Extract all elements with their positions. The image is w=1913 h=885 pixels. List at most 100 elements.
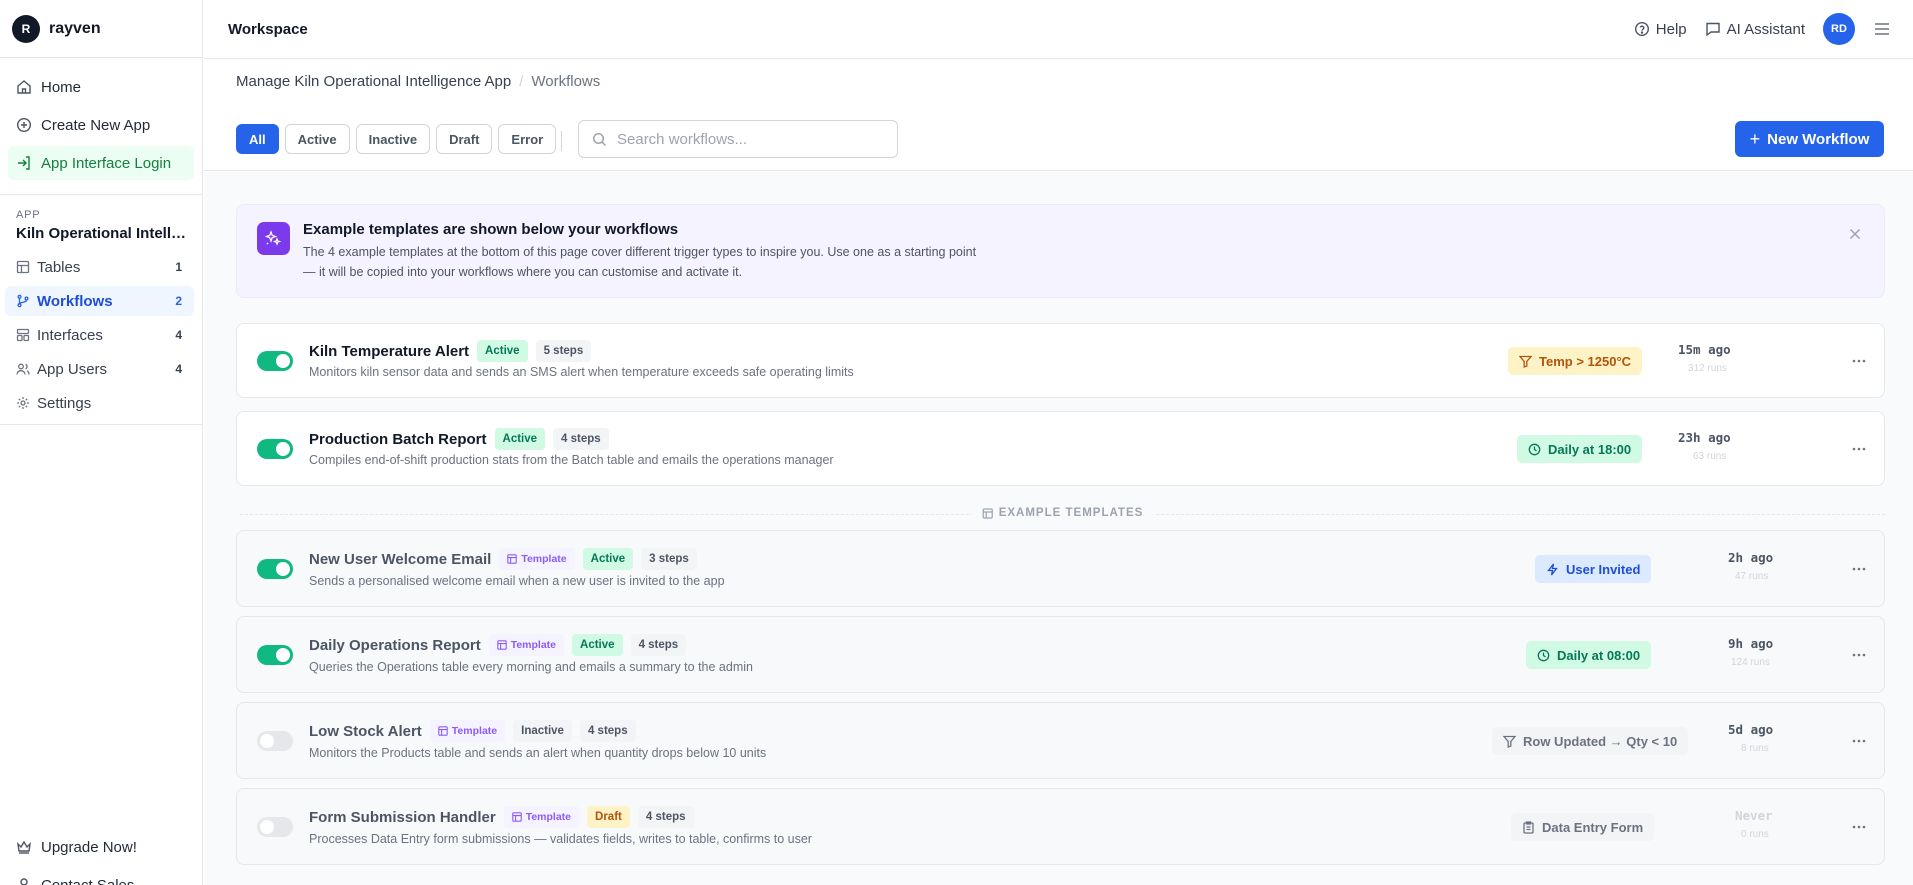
- trigger-label: Temp > 1250°C: [1539, 353, 1632, 369]
- close-icon[interactable]: [1848, 227, 1862, 241]
- new-workflow-button[interactable]: + New Workflow: [1735, 121, 1884, 157]
- template-card[interactable]: Daily Operations Report Template Active …: [236, 616, 1885, 693]
- run-count: 124 runs: [1731, 657, 1770, 668]
- sidebar: R rayven Home Create New App App Interfa…: [0, 0, 203, 885]
- filter-draft-button[interactable]: Draft: [436, 124, 493, 154]
- trigger-label: Daily at 18:00: [1548, 441, 1632, 457]
- nav-contact-sales[interactable]: Contact Sales: [8, 868, 195, 885]
- filter-icon: [1518, 355, 1533, 368]
- trigger-badge: Temp > 1250°C: [1508, 347, 1643, 375]
- sidebar-item-interfaces[interactable]: Interfaces 4: [5, 320, 194, 350]
- template-icon: [982, 507, 993, 519]
- nav-contact-sales-label: Contact Sales: [41, 876, 135, 885]
- trigger-label: Daily at 08:00: [1557, 647, 1641, 663]
- last-run-time: 23h ago: [1678, 430, 1731, 445]
- workflow-name[interactable]: New User Welcome Email: [309, 551, 491, 568]
- breadcrumb: Manage Kiln Operational Intelligence App…: [236, 73, 600, 90]
- banner-text: The 4 example templates at the bottom of…: [303, 245, 977, 279]
- topbar-title: Workspace: [228, 20, 308, 38]
- steps-badge: 4 steps: [579, 720, 636, 742]
- filter-active-button[interactable]: Active: [284, 124, 350, 154]
- status-badge: Draft: [587, 806, 630, 828]
- sidebar-item-settings[interactable]: Settings: [5, 388, 194, 418]
- workflow-enabled-toggle[interactable]: [257, 645, 293, 665]
- search-box[interactable]: [578, 120, 898, 158]
- run-count: 312 runs: [1688, 363, 1727, 374]
- more-options-icon[interactable]: [1851, 441, 1867, 457]
- filter-inactive-button[interactable]: Inactive: [355, 124, 431, 154]
- sidebar-item-workflows[interactable]: Workflows 2: [5, 286, 194, 316]
- steps-badge: 4 steps: [553, 428, 609, 450]
- more-options-icon[interactable]: [1851, 353, 1867, 369]
- workflow-name[interactable]: Daily Operations Report: [309, 637, 481, 654]
- topbar: Workspace Help AI Assistant RD: [204, 0, 1913, 59]
- steps-badge: 4 steps: [637, 806, 694, 828]
- steps-badge: 5 steps: [535, 340, 592, 362]
- nav-home[interactable]: Home: [8, 70, 194, 104]
- workflow-card[interactable]: Kiln Temperature Alert Active 5 steps Mo…: [236, 323, 1885, 398]
- workflow-enabled-toggle[interactable]: [257, 439, 293, 459]
- template-badge: Template: [488, 634, 565, 656]
- help-link[interactable]: Help: [1634, 21, 1687, 38]
- workflow-name[interactable]: Production Batch Report: [309, 431, 487, 448]
- user-icon: [16, 877, 32, 885]
- workflow-description: Compiles end-of-shift production stats f…: [309, 453, 834, 467]
- workflow-name[interactable]: Kiln Temperature Alert: [309, 343, 469, 360]
- workflow-enabled-toggle[interactable]: [257, 817, 293, 837]
- workflow-name[interactable]: Form Submission Handler: [309, 809, 496, 826]
- breadcrumb-parent[interactable]: Manage Kiln Operational Intelligence App: [236, 73, 511, 90]
- git-branch-icon: [16, 294, 30, 308]
- template-card[interactable]: New User Welcome Email Template Active 3…: [236, 530, 1885, 607]
- brand-name: rayven: [49, 19, 101, 37]
- workflow-enabled-toggle[interactable]: [257, 351, 293, 371]
- sidebar-item-app-users[interactable]: App Users 4: [5, 354, 194, 384]
- filter-error-button[interactable]: Error: [498, 124, 557, 154]
- template-icon: [511, 812, 522, 822]
- status-badge: Active: [494, 428, 546, 450]
- sidebar-item-settings-label: Settings: [37, 394, 92, 412]
- nav-upgrade-now[interactable]: Upgrade Now!: [8, 830, 195, 864]
- filter-all-button[interactable]: All: [236, 124, 279, 154]
- more-options-icon[interactable]: [1851, 819, 1867, 835]
- sidebar-item-tables[interactable]: Tables 1: [5, 252, 194, 282]
- hamburger-menu-icon[interactable]: [1873, 20, 1891, 38]
- nav-app-interface-login[interactable]: App Interface Login: [8, 146, 194, 180]
- steps-badge: 4 steps: [630, 634, 687, 656]
- last-run-time: Never: [1735, 808, 1773, 823]
- trigger-badge: User Invited: [1535, 555, 1652, 583]
- sidebar-item-app-users-label: App Users: [37, 360, 108, 378]
- clock-icon: [1528, 443, 1541, 456]
- template-card[interactable]: Form Submission Handler Template Draft 4…: [236, 788, 1885, 865]
- banner-title: Example templates are shown below your w…: [303, 221, 679, 238]
- nav-upgrade-now-label: Upgrade Now!: [41, 838, 137, 856]
- brand[interactable]: R rayven: [0, 0, 202, 58]
- workflow-enabled-toggle[interactable]: [257, 559, 293, 579]
- lightning-icon: [1546, 563, 1559, 576]
- workflows-count: 2: [175, 294, 182, 308]
- ai-assistant-link[interactable]: AI Assistant: [1705, 21, 1805, 38]
- template-label: Template: [525, 811, 572, 823]
- sidebar-item-interfaces-label: Interfaces: [37, 326, 103, 344]
- template-card[interactable]: Low Stock Alert Template Inactive 4 step…: [236, 702, 1885, 779]
- interfaces-count: 4: [175, 328, 182, 342]
- template-label: Template: [521, 553, 567, 565]
- trigger-badge: Daily at 18:00: [1517, 435, 1643, 463]
- table-icon: [16, 260, 30, 274]
- nav-home-label: Home: [41, 78, 82, 96]
- search-input[interactable]: [617, 130, 887, 148]
- more-options-icon[interactable]: [1851, 647, 1867, 663]
- run-count: 0 runs: [1741, 829, 1769, 840]
- avatar[interactable]: RD: [1823, 13, 1855, 45]
- trigger-label: Row Updated → Qty < 10: [1523, 733, 1678, 749]
- workflow-name[interactable]: Low Stock Alert: [309, 723, 422, 740]
- more-options-icon[interactable]: [1851, 733, 1867, 749]
- workflow-enabled-toggle[interactable]: [257, 731, 293, 751]
- workflow-card[interactable]: Production Batch Report Active 4 steps C…: [236, 411, 1885, 486]
- clock-icon: [1537, 649, 1550, 662]
- more-options-icon[interactable]: [1851, 561, 1867, 577]
- sidebar-divider-2: [0, 424, 202, 425]
- app-section-label: APP: [16, 209, 41, 221]
- template-icon: [496, 640, 507, 650]
- nav-create-new-app[interactable]: Create New App: [8, 108, 194, 142]
- plus-circle-icon: [16, 117, 32, 133]
